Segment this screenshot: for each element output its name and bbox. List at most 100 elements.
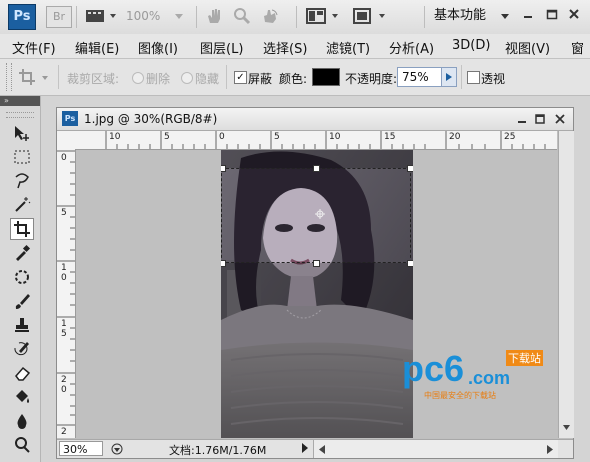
hand-tool-button[interactable] (203, 5, 225, 27)
document-title: 1.jpg @ 30%(RGB/8#) (84, 112, 218, 126)
menu-view[interactable]: 视图(V) (505, 38, 550, 57)
menu-analysis[interactable]: 分析(A) (389, 38, 434, 57)
doc-minimize-button[interactable] (515, 112, 529, 126)
crop-handle[interactable] (313, 165, 320, 172)
menu-edit[interactable]: 编辑(E) (75, 38, 119, 57)
status-options-button[interactable] (109, 441, 125, 456)
doc-maximize-button[interactable] (533, 112, 547, 126)
options-grip[interactable] (6, 63, 12, 91)
screen-mode-button[interactable] (350, 5, 392, 27)
perspective-checkbox[interactable] (467, 71, 480, 84)
delete-label: 删除 (146, 72, 171, 86)
arrange-documents-button[interactable] (304, 5, 344, 27)
move-tool[interactable] (10, 122, 34, 144)
crop-icon (19, 69, 48, 85)
zoom-tool-button[interactable] (231, 5, 253, 27)
healing-brush-tool[interactable] (10, 266, 34, 288)
minimize-button[interactable] (520, 8, 536, 22)
delete-radio[interactable] (132, 72, 144, 84)
tools-panel: » (0, 96, 41, 462)
crop-center-point[interactable] (315, 208, 325, 219)
ruler-origin[interactable] (57, 131, 76, 150)
menu-window[interactable]: 窗 (571, 38, 584, 57)
menu-3d[interactable]: 3D(D) (452, 38, 490, 53)
maximize-button[interactable] (544, 8, 560, 22)
crop-tool[interactable] (10, 218, 34, 240)
document-title-bar[interactable]: Ps 1.jpg @ 30%(RGB/8#) (57, 108, 573, 131)
zoom-field[interactable]: 30% (59, 441, 103, 456)
toolbox-collapse-bar[interactable]: » (0, 96, 40, 106)
layout-icon (306, 8, 338, 24)
view-extras-button[interactable] (82, 5, 122, 27)
hide-radio[interactable] (181, 72, 193, 84)
triangle-right-icon (302, 443, 308, 453)
dodge-icon (15, 437, 30, 453)
rect-marquee-icon (14, 150, 30, 164)
shield-checkbox[interactable]: ✓ (234, 71, 247, 84)
close-icon (569, 9, 579, 19)
maximize-icon (535, 114, 545, 124)
paint-bucket-icon (16, 390, 29, 403)
toolbox-grip[interactable] (6, 112, 34, 118)
opacity-slider-button[interactable] (441, 68, 456, 86)
canvas-area[interactable]: pc6 .com 下载站 中国最安全的下载站 (76, 150, 557, 438)
brush-tool[interactable] (10, 290, 34, 312)
divider (226, 65, 227, 89)
zoom-level-select[interactable]: 100% (126, 6, 188, 26)
status-expand-button[interactable] (301, 442, 311, 456)
vertical-ruler[interactable]: 0 5 1 0 1 5 2 0 2 (57, 149, 76, 438)
perspective-label: 透视 (481, 72, 506, 86)
crop-handle[interactable] (221, 260, 226, 267)
document-window: Ps 1.jpg @ 30%(RGB/8#) 10 5 0 5 10 15 20… (56, 107, 574, 459)
doc-close-button[interactable] (553, 112, 567, 126)
lasso-tool[interactable] (10, 170, 34, 192)
application-bar: Ps Br 100% 基本功能 (0, 0, 590, 35)
paint-bucket-tool[interactable] (10, 386, 34, 408)
stamp-icon (15, 318, 29, 332)
document-image[interactable] (221, 150, 413, 438)
dodge-tool[interactable] (10, 434, 34, 456)
eyedropper-tool[interactable] (10, 242, 34, 264)
crop-shield-bottom (221, 263, 413, 438)
history-brush-tool[interactable] (10, 338, 34, 360)
divider (461, 65, 462, 89)
close-button[interactable] (566, 8, 582, 22)
bandage-icon (15, 270, 29, 284)
crop-handle[interactable] (407, 260, 413, 267)
crop-area-label: 裁剪区域: (67, 72, 120, 86)
menu-image[interactable]: 图像(I) (138, 38, 178, 57)
rotate-hand-icon (264, 9, 278, 23)
divider (424, 6, 425, 28)
magic-wand-tool[interactable] (10, 194, 34, 216)
opacity-field[interactable]: 75% (397, 67, 457, 87)
vertical-scrollbar[interactable] (558, 131, 574, 438)
menu-select[interactable]: 选择(S) (263, 38, 307, 57)
menu-filter[interactable]: 滤镜(T) (326, 38, 370, 57)
divider (196, 6, 197, 28)
marquee-tool[interactable] (10, 146, 34, 168)
shield-color-swatch[interactable] (312, 68, 340, 86)
menu-layer[interactable]: 图层(L) (200, 38, 243, 57)
watermark: pc6 .com 下载站 中国最安全的下载站 (402, 348, 552, 400)
eyedropper-icon (16, 244, 31, 261)
status-menu-icon (111, 443, 123, 454)
blur-tool[interactable] (10, 410, 34, 432)
clone-stamp-tool[interactable] (10, 314, 34, 336)
history-brush-icon (14, 342, 29, 356)
chevron-down-icon[interactable] (500, 13, 510, 21)
launch-bridge-button[interactable]: Br (46, 6, 72, 28)
eraser-tool[interactable] (10, 362, 34, 384)
rotate-view-button[interactable] (259, 5, 281, 27)
crop-handle[interactable] (313, 260, 320, 267)
crop-handle[interactable] (221, 165, 226, 172)
brush-icon (15, 294, 30, 309)
color-label: 颜色: (279, 72, 308, 86)
opacity-label: 不透明度: (345, 72, 398, 86)
menu-bar: 文件(F) 编辑(E) 图像(I) 图层(L) 选择(S) 滤镜(T) 分析(A… (0, 34, 590, 59)
horizontal-ruler[interactable]: 10 5 0 5 10 15 20 25 (75, 131, 557, 150)
menu-file[interactable]: 文件(F) (12, 38, 56, 57)
crop-handle[interactable] (407, 165, 413, 172)
horizontal-scrollbar[interactable] (313, 440, 558, 458)
tool-preset-picker[interactable] (18, 67, 52, 87)
film-icon (86, 10, 116, 22)
